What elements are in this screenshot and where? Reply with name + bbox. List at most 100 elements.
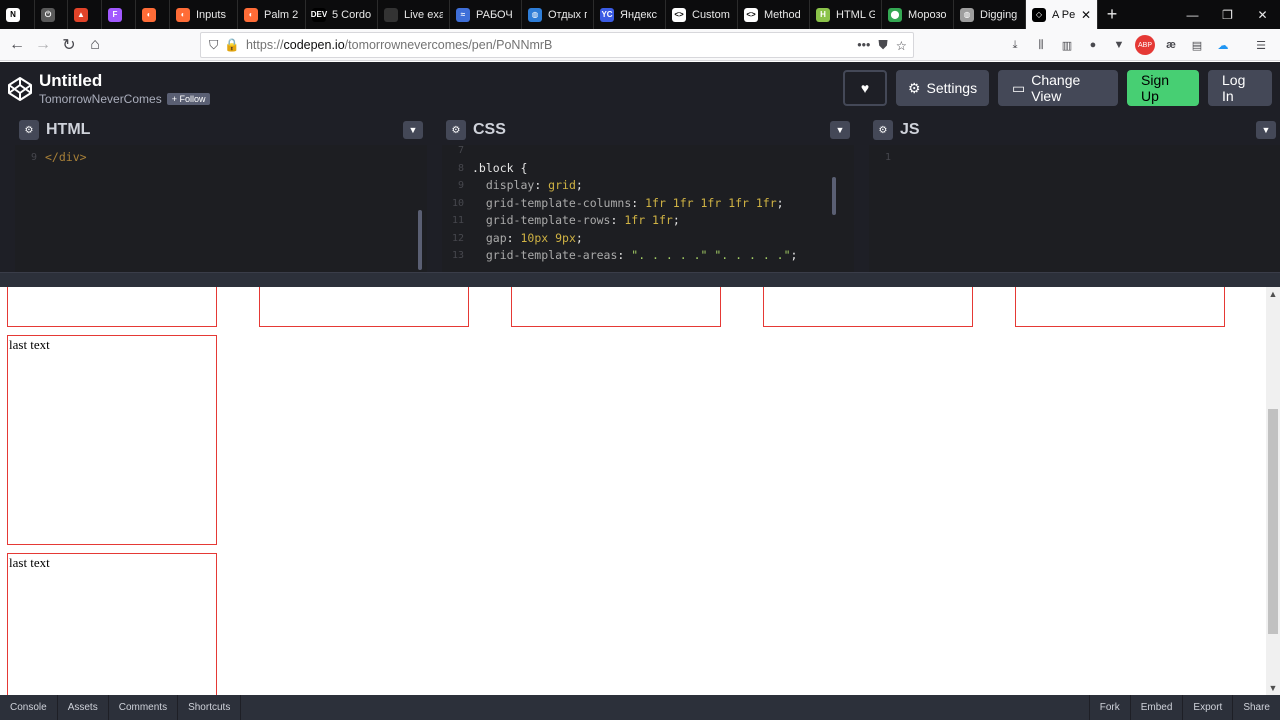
extension-cloud-icon[interactable]: ☁ xyxy=(1213,35,1233,55)
html-editor-scrollbar[interactable] xyxy=(418,210,422,270)
html-collapse-chevron-icon[interactable]: ▼ xyxy=(403,121,423,139)
code-token: grid-template-rows xyxy=(472,213,611,227)
browser-tab[interactable]: F xyxy=(102,0,136,29)
close-window-icon[interactable]: ✕ xyxy=(1245,0,1280,29)
tab-label: Inputs xyxy=(196,8,226,21)
page-actions-icon[interactable]: ••• xyxy=(857,38,870,53)
css-editor[interactable]: ⚙ CSS ▼ 7 8 .block {9 display: grid; 10 gri… xyxy=(427,115,854,272)
back-button[interactable]: ← xyxy=(4,32,30,58)
browser-tab[interactable]: ≈ РАБОЧ xyxy=(450,0,522,29)
new-tab-button[interactable]: + xyxy=(1098,4,1126,25)
browser-tab[interactable]: <> Method xyxy=(738,0,810,29)
download-icon[interactable]: ⤓ xyxy=(1005,35,1025,55)
code-token: ; xyxy=(776,195,784,210)
html-editor[interactable]: ⚙ HTML ▼ 9 </div> xyxy=(0,115,427,272)
dev-icon: DEV xyxy=(311,7,327,22)
scroll-down-arrow-icon[interactable]: ▼ xyxy=(1266,681,1280,695)
bottom-bar-fork-button[interactable]: Fork xyxy=(1088,695,1130,720)
bottom-bar-share-button[interactable]: Share xyxy=(1232,695,1280,720)
restore-icon[interactable]: ❐ xyxy=(1210,0,1245,29)
log-in-button[interactable]: Log In xyxy=(1208,70,1272,106)
map-pin-icon: ⬤ xyxy=(888,7,902,22)
browser-tab[interactable]: ◍ Отдых п xyxy=(522,0,594,29)
pocket-icon[interactable]: ⛊ xyxy=(878,38,887,53)
scrollbar-thumb[interactable] xyxy=(1268,409,1278,634)
code-token: : xyxy=(534,178,549,192)
tab-label: Морозо xyxy=(908,8,947,21)
change-view-button[interactable]: ▭ Change View xyxy=(998,70,1118,106)
figma-icon: F xyxy=(108,7,122,22)
browser-tab[interactable]: ⏻ xyxy=(35,0,68,29)
grid-cell xyxy=(763,287,973,327)
html-settings-gear-icon[interactable]: ⚙ xyxy=(19,120,39,140)
browser-tab[interactable]: ◍ Digging xyxy=(954,0,1026,29)
bottom-bar-assets-button[interactable]: Assets xyxy=(58,695,109,720)
grid-cell xyxy=(7,287,217,327)
settings-button[interactable]: ⚙ Settings xyxy=(896,70,989,106)
browser-tab[interactable]: N xyxy=(0,0,35,29)
library-icon[interactable]: ⫼ xyxy=(1031,35,1051,55)
browser-tab[interactable]: ◐ Palm 2.0 xyxy=(238,0,306,29)
html-code[interactable]: 9 </div> xyxy=(15,145,427,167)
browser-tab[interactable]: ⬤ Морозо xyxy=(882,0,954,29)
bottom-bar-embed-button[interactable]: Embed xyxy=(1129,695,1183,720)
preview-scrollbar[interactable]: ▲ ▼ xyxy=(1266,287,1280,695)
browser-tab[interactable]: <> Custom xyxy=(666,0,738,29)
bottom-bar-export-button[interactable]: Export xyxy=(1182,695,1232,720)
browser-tab[interactable]: DEV 5 Cordo xyxy=(306,0,378,29)
browser-tab[interactable]: ◇ A Pe ✕ xyxy=(1026,0,1098,29)
heart-button[interactable]: ♥ xyxy=(843,70,887,106)
forward-button[interactable]: → xyxy=(30,32,56,58)
heart-icon: ♥ xyxy=(860,80,870,96)
bottom-bar-comments-button[interactable]: Comments xyxy=(109,695,179,720)
bottom-bar-console-button[interactable]: Console xyxy=(0,695,58,720)
code-token: ". . . . ." ". . . . ." xyxy=(631,248,791,262)
account-icon[interactable]: ● xyxy=(1083,35,1103,55)
follow-button[interactable]: + Follow xyxy=(166,93,211,105)
sign-up-button[interactable]: Sign Up xyxy=(1127,70,1199,106)
grid-cell-last-text: last text xyxy=(7,335,217,545)
browser-tab[interactable]: ◐ xyxy=(136,0,170,29)
pen-author[interactable]: TomorrowNeverComes xyxy=(39,92,162,106)
close-tab-icon[interactable]: ✕ xyxy=(1081,8,1091,22)
home-button[interactable]: ⌂ xyxy=(82,32,108,58)
extension-ae-icon[interactable]: æ xyxy=(1161,35,1181,55)
browser-tab[interactable]: ▲ xyxy=(68,0,102,29)
code-line: 9 display: grid; xyxy=(442,177,854,195)
code-icon: <> xyxy=(744,7,758,22)
code-token: grid-template-columns xyxy=(472,195,632,210)
code-token: ; xyxy=(575,178,583,192)
pen-title[interactable]: Untitled xyxy=(39,71,210,91)
settings-label: Settings xyxy=(926,80,978,96)
js-editor[interactable]: ⚙ JS ▼ 1 xyxy=(854,115,1280,272)
adblock-icon[interactable]: ABP xyxy=(1135,35,1155,55)
extension-translate-icon[interactable]: ▤ xyxy=(1187,35,1207,55)
menu-icon[interactable]: ☰ xyxy=(1251,35,1271,55)
js-collapse-chevron-icon[interactable]: ▼ xyxy=(1256,121,1276,139)
lock-icon[interactable]: 🔒 xyxy=(224,38,240,53)
css-collapse-chevron-icon[interactable]: ▼ xyxy=(830,121,850,139)
minimize-icon[interactable]: — xyxy=(1175,0,1210,29)
css-editor-scrollbar[interactable] xyxy=(832,177,836,215)
browser-tab[interactable]: YC Яндекс xyxy=(594,0,666,29)
postman-icon: ◐ xyxy=(176,7,190,22)
bookmark-star-icon[interactable]: ☆ xyxy=(896,38,907,53)
resize-divider[interactable] xyxy=(0,272,1280,287)
reload-button[interactable]: ↻ xyxy=(56,32,82,58)
yc-icon: YC xyxy=(600,7,614,22)
codepen-logo-icon[interactable] xyxy=(0,62,40,115)
tracking-protection-icon[interactable]: ⛉ xyxy=(209,38,218,53)
browser-tab[interactable]: ◐ Inputs xyxy=(170,0,238,29)
scroll-up-arrow-icon[interactable]: ▲ xyxy=(1266,287,1280,301)
browser-tab[interactable]: H HTML G xyxy=(810,0,882,29)
js-code[interactable]: 1 xyxy=(869,145,1280,167)
browser-tab[interactable]: Live exampl xyxy=(378,0,450,29)
bottom-bar-shortcuts-button[interactable]: Shortcuts xyxy=(178,695,242,720)
tab-label: 5 Cordo xyxy=(332,8,371,21)
js-settings-gear-icon[interactable]: ⚙ xyxy=(873,120,893,140)
sidebar-icon[interactable]: ▥ xyxy=(1057,35,1077,55)
css-code[interactable]: 7 8 .block {9 display: grid; 10 grid-templa… xyxy=(442,138,854,265)
url-bar[interactable]: ⛉ 🔒 https://codepen.io/tomorrownevercome… xyxy=(200,32,914,58)
extension-vpn-icon[interactable]: ▼ xyxy=(1109,35,1129,55)
css-settings-gear-icon[interactable]: ⚙ xyxy=(446,120,466,140)
